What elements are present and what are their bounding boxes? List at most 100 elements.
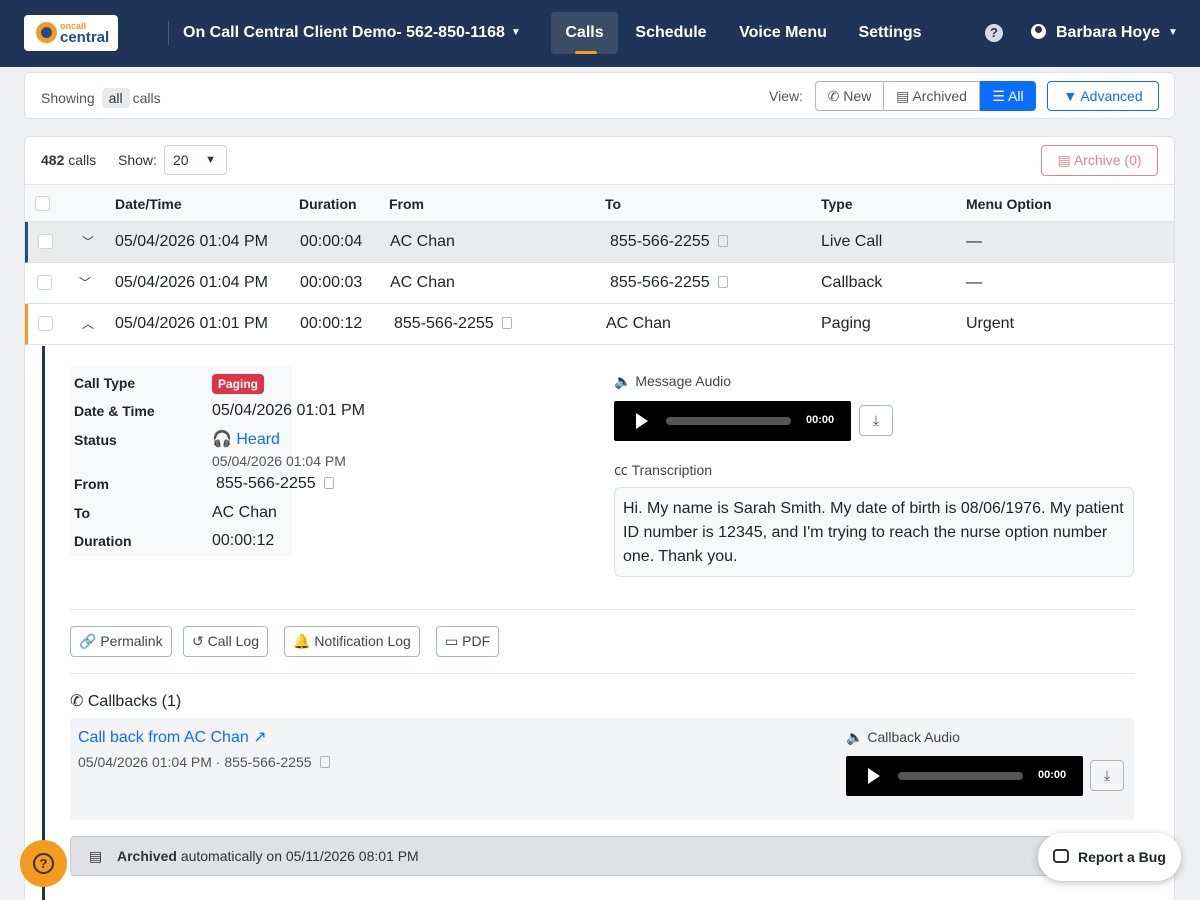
copy-icon[interactable]	[717, 276, 728, 288]
select-all-checkbox[interactable]	[35, 196, 50, 211]
label-from: From	[74, 476, 109, 492]
transcription-label: ㏄ Transcription	[614, 460, 712, 480]
row-checkbox[interactable]	[38, 316, 53, 331]
col-menu-option[interactable]: Menu Option	[966, 196, 1052, 212]
copy-icon[interactable]	[323, 477, 334, 489]
play-icon[interactable]	[636, 413, 648, 429]
download-icon: ⤓	[1103, 767, 1111, 783]
col-duration[interactable]: Duration	[299, 196, 357, 212]
callback-meta: 05/04/2026 01:04 PM · 855-566-2255	[78, 754, 330, 770]
pdf-button[interactable]: ▭ PDF	[436, 626, 500, 657]
account-selector[interactable]: On Call Central Client Demo- 562-850-116…	[183, 24, 521, 42]
nav-settings[interactable]: Settings	[852, 12, 928, 54]
list-icon: ☰	[992, 88, 1005, 104]
table-row[interactable]: ﹀ 05/04/2026 01:04 PM 00:00:03 AC Chan 8…	[25, 263, 1174, 304]
pdf-icon: ▭	[445, 633, 459, 649]
page-size-value: 20	[173, 152, 189, 168]
view-all-button[interactable]: ☰ All	[980, 81, 1036, 111]
view-new-label: New	[843, 88, 872, 104]
navbar-divider	[168, 21, 169, 45]
help-icon[interactable]: ?	[985, 24, 1003, 42]
download-message-audio-button[interactable]: ⤓	[859, 405, 893, 436]
history-icon: ↺	[192, 633, 204, 649]
page-size-select[interactable]: 20 ▼	[164, 145, 227, 175]
col-from[interactable]: From	[389, 196, 424, 212]
row-checkbox[interactable]	[38, 234, 53, 249]
row-type: Callback	[821, 274, 883, 291]
archived-rest: automatically on 05/11/2026 08:01 PM	[180, 848, 419, 864]
row-to: 855-566-2255	[610, 274, 728, 292]
archive-button[interactable]: ▤ Archive (0)	[1041, 145, 1158, 176]
nav-calls[interactable]: Calls	[551, 12, 618, 54]
row-menu: —	[966, 233, 982, 250]
row-datetime: 05/04/2026 01:04 PM	[115, 274, 269, 291]
detail-from: 855-566-2255	[216, 475, 334, 493]
message-audio-player[interactable]: 00:00	[614, 401, 851, 441]
detail-to: AC Chan	[212, 504, 277, 521]
label-to: To	[74, 505, 91, 521]
chevron-down-icon[interactable]: ﹀	[82, 233, 94, 250]
callbacks-heading: ✆ Callbacks (1)	[70, 691, 181, 711]
label-call-type: Call Type	[74, 375, 136, 391]
nav-voice-menu[interactable]: Voice Menu	[732, 12, 834, 54]
copy-icon[interactable]	[319, 756, 330, 768]
col-datetime[interactable]: Date/Time	[115, 196, 182, 212]
view-new-button[interactable]: ✆ New	[815, 81, 884, 111]
user-avatar-icon	[1031, 24, 1046, 39]
show-label: Show:	[118, 152, 157, 168]
audio-progress-track[interactable]	[666, 417, 791, 425]
speaker-icon: 🔈	[614, 373, 632, 389]
row-from: AC Chan	[390, 274, 455, 291]
nav-schedule[interactable]: Schedule	[630, 12, 712, 54]
logo-text-bottom: central	[60, 29, 110, 46]
callback-audio-player[interactable]: 00:00	[846, 756, 1083, 796]
call-type-badge: Paging	[212, 374, 265, 394]
view-label: View:	[769, 88, 803, 104]
report-bug-button[interactable]: Report a Bug	[1038, 833, 1181, 881]
chevron-down-icon[interactable]: ﹀	[79, 274, 91, 291]
archived-notice: ▤ Archived automatically on 05/11/2026 0…	[70, 836, 1154, 876]
callback-link[interactable]: Call back from AC Chan ↗	[78, 727, 267, 747]
download-callback-audio-button[interactable]: ⤓	[1090, 760, 1124, 791]
permalink-label: Permalink	[100, 633, 163, 649]
archived-bold: Archived	[117, 848, 177, 864]
call-log-button[interactable]: ↺ Call Log	[183, 626, 268, 657]
table-row[interactable]: ﹀ 05/04/2026 01:04 PM 00:00:04 AC Chan 8…	[25, 222, 1174, 263]
transcription-box: Hi. My name is Sarah Smith. My date of b…	[614, 487, 1134, 577]
table-row-expanded[interactable]: ︿ 05/04/2026 01:01 PM 00:00:12 855-566-2…	[25, 304, 1174, 345]
callback-meta-time: 05/04/2026 01:04 PM ·	[78, 754, 221, 770]
play-icon[interactable]	[868, 768, 880, 784]
detail-duration: 00:00:12	[212, 532, 275, 549]
account-name: On Call Central Client Demo- 562-850-116…	[183, 24, 505, 41]
notification-log-button[interactable]: 🔔 Notification Log	[284, 626, 420, 657]
caret-down-icon: ▼	[510, 27, 521, 38]
help-widget-button[interactable]: ?	[20, 840, 67, 887]
copy-icon[interactable]	[501, 317, 512, 329]
col-type[interactable]: Type	[821, 196, 853, 212]
calls-panel: 482 calls Show: 20 ▼ ▤ Archive (0) Date/T…	[24, 136, 1175, 900]
showing-text: Showing all calls	[41, 88, 161, 108]
status-value: Heard	[236, 431, 280, 448]
divider	[70, 673, 1134, 674]
callback-number: 855-566-2255	[224, 754, 312, 770]
audio-time: 00:00	[806, 414, 835, 426]
bell-icon: 🔔	[293, 633, 311, 649]
view-archived-button[interactable]: ▤ Archived	[883, 81, 980, 111]
row-checkbox[interactable]	[37, 275, 52, 290]
advanced-filter-button[interactable]: ▼ Advanced	[1047, 81, 1159, 111]
notification-log-label: Notification Log	[314, 633, 411, 649]
oncall-central-logo[interactable]: oncall central	[24, 15, 118, 51]
chevron-up-icon[interactable]: ︿	[82, 315, 94, 332]
call-log-label: Call Log	[207, 633, 259, 649]
user-menu[interactable]: Barbara Hoye ▼	[1031, 24, 1178, 42]
permalink-button[interactable]: 🔗 Permalink	[70, 626, 172, 657]
col-to[interactable]: To	[605, 196, 621, 212]
row-type: Paging	[821, 315, 871, 332]
row-to-number: 855-566-2255	[610, 274, 710, 291]
top-navbar: oncall central On Call Central Client De…	[0, 0, 1200, 67]
row-datetime: 05/04/2026 01:04 PM	[115, 233, 269, 250]
copy-icon[interactable]	[717, 235, 728, 247]
user-name: Barbara Hoye	[1056, 24, 1161, 41]
filter-icon: ▼	[1063, 88, 1078, 104]
audio-progress-track[interactable]	[898, 772, 1023, 780]
